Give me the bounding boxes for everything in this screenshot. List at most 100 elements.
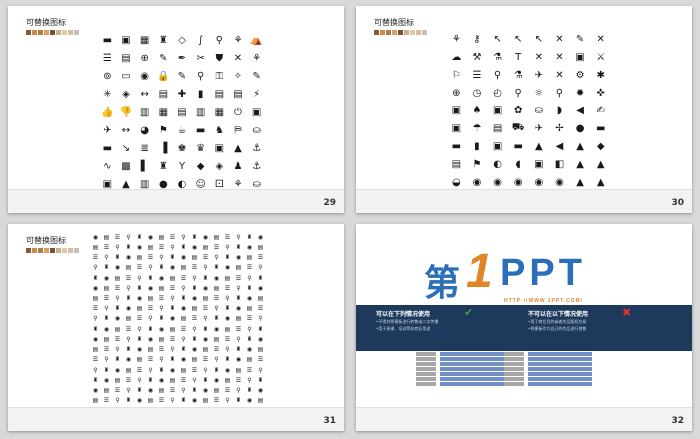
glyph-icon: ⚲ — [126, 387, 131, 395]
glyph-icon: ⚲ — [225, 346, 230, 354]
glyph-icon: ▤ — [136, 305, 143, 313]
glyph-icon: ♜ — [257, 274, 264, 282]
glyph-icon: ♜ — [103, 315, 110, 323]
glyph-icon: ⚲ — [93, 315, 98, 323]
glyph-icon: ↖ — [534, 34, 543, 46]
glyph-icon: ✳ — [103, 88, 112, 100]
glyph-icon: ◉ — [180, 305, 187, 313]
color-square — [26, 248, 31, 253]
glyph-icon: ▤ — [224, 376, 231, 384]
slide-32-thumbnail[interactable]: 第 1 PPT HTTP://WWW.1PPT.COM/ 可以在下列情况使用 •… — [356, 224, 692, 431]
allowed-title: 可以在下列情况使用 — [376, 311, 431, 318]
glyph-icon: ▩ — [121, 161, 131, 173]
glyph-icon: ⚲ — [192, 376, 197, 384]
glyph-icon: ♜ — [180, 295, 187, 303]
glyph-icon: ▤ — [125, 366, 132, 374]
glyph-icon: ✹ — [575, 87, 585, 99]
glyph-icon: 👍 — [101, 106, 114, 118]
glyph-icon: ◉ — [191, 346, 198, 354]
glyph-icon: ◉ — [114, 315, 121, 323]
glyph-icon: ⚘ — [252, 52, 262, 64]
glyph-icon: ↖ — [513, 34, 523, 46]
glyph-icon: ▤ — [147, 295, 154, 303]
glyph-icon: ▤ — [92, 397, 99, 405]
glyph-icon: ♜ — [202, 325, 209, 333]
glyph-icon: ♜ — [136, 387, 143, 395]
color-square — [380, 30, 385, 35]
glyph-icon: ▤ — [224, 325, 231, 333]
glyph-icon: ⚲ — [148, 366, 153, 374]
glyph-icon: ☰ — [191, 366, 198, 374]
slide-30-thumbnail[interactable]: 可替换图标 ⚘ ⚷ ↖ ↖ ↖ ✕ ✎ ✕ ☁ ⚒ ⚗ T ✕ ✕ ▣ ⚔ ⚐ ☰ ⚲ ⚗ ✈ ✕ ⚙ ✱ ⊕ ◷ ◴ ⚲ ☼ ⚲ ✹ ✜ ▣ ♠… — [356, 6, 692, 213]
slide-29-thumbnail[interactable]: 可替换图标 ▬ ▣ ▦ ♜ ◇ ∫ ⚲ ⚘ ⛺ ☰ ▤ ⊕ ✎ ✒ ✂ ⛊ ✕ ⚘ ⊚ ▭ ◉ 🔒 ✎ ⚲ ⚿ ✧ ✎ ✳ ◈ ↔ ▤ ✚ ▮ ▤… — [8, 6, 344, 213]
glyph-icon: ♜ — [246, 284, 253, 292]
slide-title: 可替换图标 — [374, 18, 414, 27]
glyph-icon: ▣ — [251, 106, 262, 118]
glyph-icon: ▤ — [224, 274, 231, 282]
glyph-icon: ☰ — [147, 305, 154, 313]
glyph-icon: ♜ — [191, 233, 198, 241]
glyph-icon: ✈ — [534, 69, 543, 81]
glyph-icon: ⚲ — [115, 243, 120, 251]
glyph-icon: ⚒ — [472, 52, 482, 64]
glyph-icon: ♜ — [158, 315, 165, 323]
glyph-icon: ⚗ — [513, 69, 523, 81]
glyph-icon: ▤ — [177, 106, 187, 118]
glyph-icon: ⚘ — [233, 34, 243, 46]
glyph-icon: ☰ — [125, 274, 132, 282]
glyph-icon: ◉ — [147, 284, 154, 292]
glyph-icon: ▤ — [180, 315, 187, 323]
glyph-icon: ⛀ — [534, 105, 543, 117]
glyph-icon: ◉ — [257, 335, 264, 343]
slide-number: 30 — [671, 198, 684, 208]
glyph-icon: ♜ — [169, 254, 176, 262]
glyph-icon: ♜ — [235, 243, 242, 251]
glyph-icon: ▣ — [492, 141, 503, 153]
glyph-icon: ▤ — [257, 295, 264, 303]
glyph-icon: ⚲ — [148, 315, 153, 323]
glyph-icon: ✒ — [177, 52, 187, 64]
glyph-icon: ☰ — [136, 315, 143, 323]
glyph-icon: Y — [178, 161, 186, 173]
forbidden-title: 不可以在以下情况使用 — [528, 311, 589, 318]
glyph-icon: ◷ — [472, 87, 482, 99]
glyph-icon: ◉ — [246, 243, 253, 251]
glyph-icon: ⚲ — [93, 264, 98, 272]
glyph-icon: ⚲ — [181, 233, 186, 241]
glyph-icon: ☰ — [246, 366, 253, 374]
glyph-icon: ⚲ — [214, 254, 219, 262]
glyph-icon: ♜ — [191, 284, 198, 292]
slide-number: 31 — [323, 416, 336, 426]
cross-icon: ✖ — [622, 306, 632, 319]
glyph-icon: ☰ — [103, 243, 110, 251]
glyph-icon: ♜ — [235, 397, 242, 405]
glyph-icon: ♜ — [92, 274, 99, 282]
color-square — [404, 30, 409, 35]
glyph-icon: ♜ — [114, 254, 121, 262]
glyph-icon: ⚲ — [126, 233, 131, 241]
glyph-icon: ◉ — [202, 233, 209, 241]
glyph-icon: ▬ — [195, 125, 206, 137]
glyph-icon: ▤ — [169, 376, 176, 384]
glyph-icon: ☰ — [102, 52, 112, 64]
glyph-icon: ⚲ — [104, 356, 109, 364]
glyph-icon: ⚲ — [159, 305, 164, 313]
glyph-icon: ⚲ — [247, 325, 252, 333]
color-square — [38, 248, 43, 253]
link-row — [504, 367, 654, 371]
glyph-icon: ◉ — [92, 284, 99, 292]
glyph-icon: ◀ — [576, 105, 584, 117]
slide-title: 可替换图标 — [26, 236, 66, 245]
glyph-icon: ⚲ — [126, 284, 131, 292]
glyph-icon: ⚲ — [93, 366, 98, 374]
glyph-icon: ▤ — [235, 366, 242, 374]
glyph-icon: ☰ — [224, 233, 231, 241]
glyph-icon: ▤ — [114, 325, 121, 333]
glyph-icon: ☰ — [191, 264, 198, 272]
color-square — [32, 248, 37, 253]
glyph-icon: ♜ — [224, 305, 231, 313]
glyph-icon: ☰ — [92, 254, 99, 262]
glyph-icon: ⚲ — [170, 295, 175, 303]
slide-31-thumbnail[interactable]: 可替换图标 ◉ ▤ ☰ ⚲ ♜ ◉ ▤ ☰ ⚲ ♜ ◉ ▤ ☰ ⚲ ♜ ◉ ▤ ☰ ⚲ ♜ ◉ ▤ ☰ ⚲ ♜ ◉ ▤ ☰ ⚲ ♜ ◉ ▤ ☰ ⚲… — [8, 224, 344, 431]
glyph-icon: ✧ — [233, 70, 243, 82]
